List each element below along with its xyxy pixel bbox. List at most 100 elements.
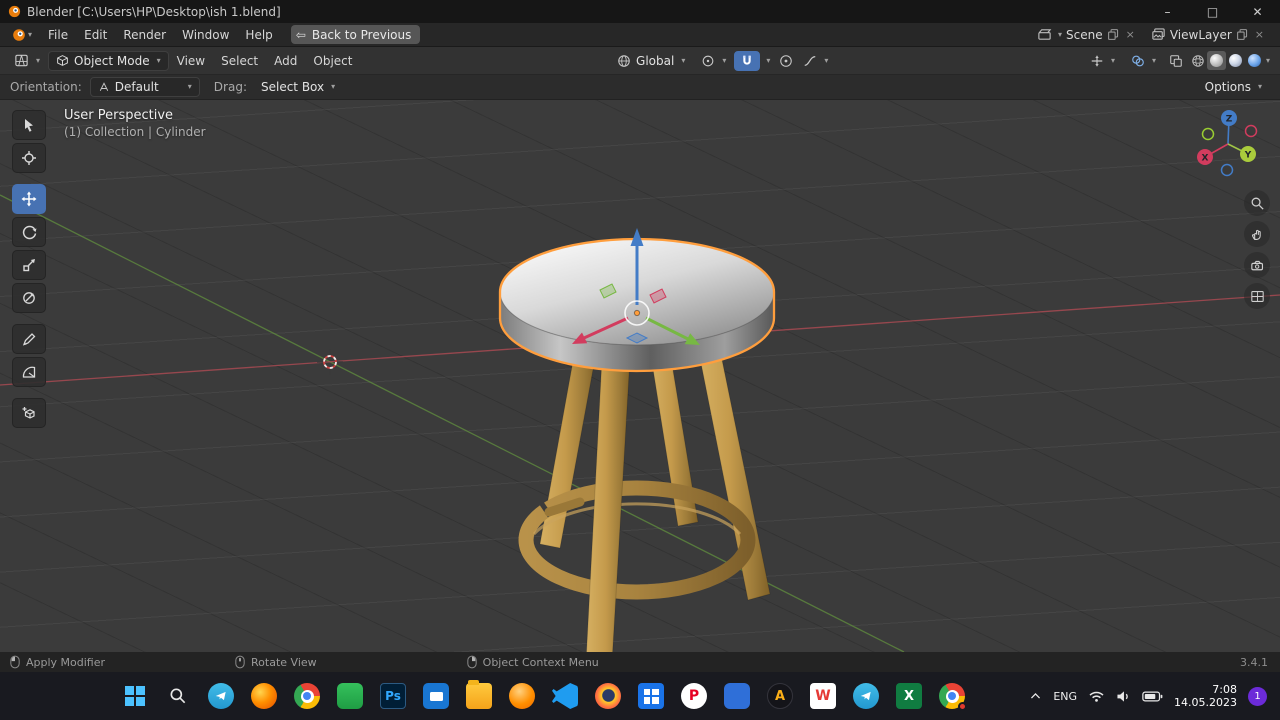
shading-solid-button[interactable] [1207, 51, 1226, 70]
orientation-default-dropdown[interactable]: Default ▾ [89, 77, 200, 97]
shading-rendered-button[interactable] [1245, 51, 1264, 70]
taskbar-icon-file-explorer[interactable] [466, 680, 492, 709]
3d-viewport[interactable]: User Perspective (1) Collection | Cylind… [0, 100, 1280, 652]
taskbar-icon-search[interactable] [165, 683, 191, 709]
editor-3d-viewport-icon [15, 54, 28, 67]
menu-select[interactable]: Select [213, 47, 266, 74]
taskbar-icon-firefox-nightly[interactable] [251, 683, 277, 709]
magnet-icon [743, 55, 752, 65]
taskbar-icon-green-app[interactable] [337, 683, 363, 709]
transform-orientation-dropdown[interactable]: Global ▾ [609, 51, 693, 71]
overlays-dropdown[interactable]: ▾ [1123, 51, 1164, 71]
maximize-button[interactable]: □ [1190, 0, 1235, 23]
scene-selector[interactable]: ▾ Scene × [1037, 27, 1137, 42]
menu-view[interactable]: View [169, 47, 213, 74]
menu-add[interactable]: Add [266, 47, 305, 74]
chevron-down-icon: ▾ [722, 55, 727, 65]
tool-cursor[interactable] [12, 143, 46, 173]
close-button[interactable]: ✕ [1235, 0, 1280, 23]
menu-render[interactable]: Render [115, 23, 174, 46]
axis-minus-y-handle[interactable] [1201, 127, 1215, 141]
3d-scene-canvas[interactable] [0, 100, 1280, 652]
taskbar-icon-dark-app[interactable]: A [767, 683, 793, 709]
notification-badge[interactable]: 1 [1248, 686, 1267, 706]
menu-file[interactable]: File [40, 23, 76, 46]
scene-name: Scene [1066, 27, 1103, 42]
back-to-previous-button[interactable]: ⇦ Back to Previous [290, 25, 421, 44]
taskbar-icon-blue-grid-app[interactable] [638, 683, 664, 709]
orientation-label: Orientation: [10, 80, 82, 94]
clock[interactable]: 7:08 14.05.2023 [1174, 683, 1237, 709]
taskbar-icon-red-w-app[interactable]: W [810, 683, 836, 709]
new-scene-icon[interactable] [1107, 28, 1120, 41]
language-indicator[interactable]: ENG [1053, 690, 1077, 703]
system-tray: ENG 7:08 14.05.2023 1 [1029, 683, 1280, 709]
statusbar-mmb-hint: Rotate View [235, 655, 317, 669]
taskbar-icon-telegram-2[interactable] [853, 683, 879, 709]
xray-toggle-button[interactable] [1164, 51, 1188, 71]
mode-dropdown[interactable]: Object Mode ▾ [48, 50, 169, 71]
proportional-editing-button[interactable] [774, 51, 798, 71]
tool-select-box[interactable] [12, 110, 46, 140]
tool-scale[interactable] [12, 250, 46, 280]
gizmos-dropdown[interactable]: ▾ [1082, 51, 1123, 71]
taskbar-icon-blue-app[interactable] [724, 683, 750, 709]
proportional-falloff-dropdown[interactable]: ▾ [798, 51, 833, 71]
volume-icon[interactable] [1116, 690, 1131, 703]
windows-logo-icon [125, 686, 145, 706]
unlink-scene-icon[interactable]: × [1124, 28, 1137, 41]
battery-icon[interactable] [1142, 691, 1163, 702]
tool-add-cube[interactable] [12, 398, 46, 428]
menu-object[interactable]: Object [305, 47, 360, 74]
taskbar-icon-chrome-profile[interactable] [939, 683, 967, 711]
blender-menu-button[interactable]: ▾ [4, 23, 40, 46]
viewlayer-selector[interactable]: ViewLayer × [1151, 27, 1266, 42]
tool-annotate[interactable] [12, 324, 46, 354]
drag-dropdown[interactable]: Select Box ▾ [253, 77, 343, 97]
shading-dropdown-icon[interactable]: ▾ [1266, 56, 1270, 65]
editor-type-button[interactable]: ▾ [6, 51, 48, 71]
taskbar-icon-telegram[interactable] [208, 683, 234, 709]
taskbar-icon-firefox[interactable] [595, 683, 621, 709]
taskbar-icon-vscode[interactable] [552, 683, 578, 709]
taskbar-icon-orange-app[interactable] [509, 683, 535, 709]
camera-icon [1250, 260, 1263, 270]
taskbar-icon-photoshop[interactable]: Ps [380, 683, 406, 709]
tool-measure[interactable] [12, 357, 46, 387]
options-dropdown[interactable]: Options ▾ [1197, 77, 1270, 97]
tool-rotate[interactable] [12, 217, 46, 247]
shading-wireframe-button[interactable] [1188, 51, 1207, 70]
tool-move[interactable] [12, 184, 46, 214]
wifi-icon[interactable] [1088, 690, 1105, 703]
ortho-grid-icon [1250, 290, 1264, 302]
axis-minus-z-handle[interactable] [1220, 163, 1234, 177]
taskbar-icon-pinterest[interactable]: P [681, 683, 707, 709]
zoom-button[interactable] [1244, 190, 1270, 216]
tray-time: 7:08 [1212, 683, 1237, 696]
taskbar-icon-media-app[interactable] [423, 683, 449, 709]
blender-logo-icon [8, 5, 21, 18]
menu-edit[interactable]: Edit [76, 23, 115, 46]
tray-chevron-up-icon[interactable] [1029, 690, 1042, 702]
gizmo-z-arrowhead[interactable] [630, 228, 644, 246]
shading-material-button[interactable] [1226, 51, 1245, 70]
pivot-point-dropdown[interactable]: ▾ [693, 51, 734, 71]
camera-view-button[interactable] [1244, 252, 1270, 278]
axis-minus-x-handle[interactable] [1244, 124, 1258, 138]
menu-help[interactable]: Help [237, 23, 280, 46]
ortho-toggle-button[interactable] [1244, 283, 1270, 309]
remove-viewlayer-icon[interactable]: × [1253, 28, 1266, 41]
pan-button[interactable] [1244, 221, 1270, 247]
snap-settings-dropdown[interactable]: ▾ [760, 51, 774, 71]
tool-transform[interactable] [12, 283, 46, 313]
topbar: ▾ File Edit Render Window Help ⇦ Back to… [0, 23, 1280, 47]
snap-toggle-button[interactable] [734, 50, 761, 71]
minimize-button[interactable]: – [1145, 0, 1190, 23]
menu-window[interactable]: Window [174, 23, 237, 46]
taskbar-icon-chrome[interactable] [294, 683, 320, 709]
new-viewlayer-icon[interactable] [1236, 28, 1249, 41]
navigation-gizmo[interactable]: Z X Y [1188, 104, 1268, 184]
taskbar-icon-excel[interactable]: X [896, 683, 922, 709]
axis-x-label: X [1202, 154, 1209, 164]
taskbar-icon-start[interactable] [122, 683, 148, 709]
